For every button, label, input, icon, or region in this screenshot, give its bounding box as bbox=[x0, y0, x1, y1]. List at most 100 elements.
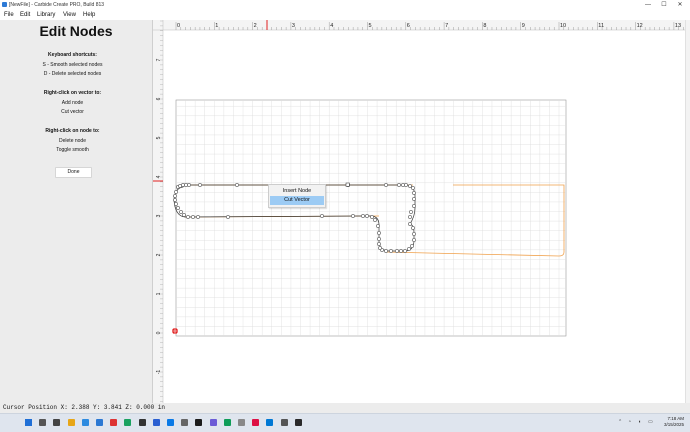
vector-node[interactable] bbox=[404, 183, 408, 187]
vector-node[interactable] bbox=[411, 226, 415, 230]
vector-node[interactable] bbox=[412, 232, 416, 236]
taskbar-clock[interactable]: 7:18 AM 3/15/2025 bbox=[658, 416, 684, 428]
vector-node[interactable] bbox=[173, 194, 177, 198]
canvas-svg[interactable]: 0 1 2 3 4 5 6 7 8 9 10 11 12 1376543210-1 bbox=[153, 20, 690, 403]
ruler-y-label: 0 bbox=[156, 331, 162, 334]
app-icon-2[interactable] bbox=[81, 419, 89, 426]
app-icon-8[interactable] bbox=[167, 419, 174, 426]
vector-node[interactable] bbox=[389, 249, 393, 253]
context-menu-cut-vector[interactable]: Cut Vector bbox=[270, 196, 324, 205]
vector-node[interactable] bbox=[412, 197, 416, 201]
ruler-x-label: 7 bbox=[445, 23, 448, 29]
battery-icon[interactable]: ▭ bbox=[648, 419, 653, 425]
wifi-icon[interactable]: ◔ bbox=[628, 419, 631, 425]
ruler-y-label: 1 bbox=[156, 292, 162, 295]
ruler-x-label: 9 bbox=[522, 23, 525, 29]
vector-node[interactable] bbox=[320, 214, 324, 218]
vector-node[interactable] bbox=[411, 186, 415, 190]
node-action-toggle-smooth: Toggle smooth bbox=[56, 147, 89, 153]
title-bar: [NewFile] - Carbide Create PRO, Build 81… bbox=[0, 0, 690, 10]
vector-node[interactable] bbox=[397, 183, 401, 187]
menu-file[interactable]: File bbox=[4, 10, 14, 20]
app-icon-15[interactable] bbox=[266, 419, 274, 426]
tray-chevron-icon[interactable]: ⌃ bbox=[618, 419, 622, 425]
app-icon-9[interactable] bbox=[181, 419, 189, 426]
design-canvas[interactable]: 0 1 2 3 4 5 6 7 8 9 10 11 12 13 7 6 5 4 3 2 1 0 -1 bbox=[153, 20, 690, 403]
vector-node[interactable] bbox=[376, 224, 380, 228]
vector-node[interactable] bbox=[409, 210, 413, 214]
vector-corner-node[interactable] bbox=[345, 182, 350, 187]
vector-node[interactable] bbox=[361, 214, 365, 218]
vector-node[interactable] bbox=[173, 198, 177, 202]
vector-node[interactable] bbox=[174, 202, 178, 206]
vector-node[interactable] bbox=[377, 231, 381, 235]
volume-icon[interactable]: ◖ bbox=[638, 419, 641, 425]
vector-node[interactable] bbox=[174, 190, 178, 194]
vector-node[interactable] bbox=[176, 206, 180, 210]
vector-action-add-node: Add node bbox=[61, 100, 84, 106]
ruler-x-label: 1 bbox=[215, 23, 218, 29]
vector-node[interactable] bbox=[235, 183, 239, 187]
menu-view[interactable]: View bbox=[63, 10, 76, 20]
app-icon-7[interactable] bbox=[152, 419, 160, 426]
vector-node[interactable] bbox=[403, 249, 407, 253]
vector-node[interactable] bbox=[395, 249, 399, 253]
ruler-y-label: 6 bbox=[156, 97, 162, 100]
vector-node[interactable] bbox=[412, 238, 416, 242]
vector-node[interactable] bbox=[373, 218, 377, 222]
app-icon-5[interactable] bbox=[124, 419, 132, 426]
app-icon-13[interactable] bbox=[238, 419, 245, 426]
ruler-y-label: -1 bbox=[156, 370, 162, 375]
vector-node[interactable] bbox=[186, 215, 190, 219]
vector-node[interactable] bbox=[412, 191, 416, 195]
vector-node[interactable] bbox=[179, 210, 183, 214]
app-icon-17[interactable] bbox=[294, 419, 302, 426]
vector-node[interactable] bbox=[384, 183, 388, 187]
search-icon[interactable] bbox=[39, 419, 47, 426]
app-icon-11[interactable] bbox=[209, 419, 217, 426]
app-icon-1[interactable] bbox=[67, 419, 75, 426]
task-view-icon[interactable] bbox=[53, 419, 61, 426]
context-menu-insert-node[interactable]: Insert Node bbox=[270, 187, 324, 196]
vector-node[interactable] bbox=[410, 244, 414, 248]
vector-node[interactable] bbox=[187, 183, 191, 187]
app-icon-12[interactable] bbox=[223, 419, 231, 426]
vector-node[interactable] bbox=[191, 215, 195, 219]
vector-node[interactable] bbox=[378, 246, 382, 250]
app-icon-6[interactable] bbox=[138, 419, 146, 426]
vector-node[interactable] bbox=[196, 215, 200, 219]
vector-node[interactable] bbox=[377, 237, 381, 241]
vector-node[interactable] bbox=[408, 215, 412, 219]
left-ruler bbox=[153, 20, 163, 403]
menu-library[interactable]: Library bbox=[37, 10, 55, 20]
vector-node[interactable] bbox=[384, 249, 388, 253]
menu-edit[interactable]: Edit bbox=[20, 10, 30, 20]
status-bar: Cursor Position X: 2.388 Y: 3.841 Z: 0.0… bbox=[0, 403, 690, 413]
vector-node[interactable] bbox=[407, 247, 411, 251]
done-button[interactable]: Done bbox=[55, 167, 92, 178]
vector-node[interactable] bbox=[182, 213, 186, 217]
vertical-scrollbar[interactable] bbox=[685, 20, 690, 403]
vector-node[interactable] bbox=[226, 215, 230, 219]
app-icon-3[interactable] bbox=[96, 419, 103, 426]
vector-node[interactable] bbox=[399, 249, 403, 253]
close-button[interactable]: ✕ bbox=[672, 0, 688, 10]
app-icon-14[interactable] bbox=[252, 419, 260, 426]
maximize-button[interactable]: ☐ bbox=[656, 0, 672, 10]
vector-node[interactable] bbox=[351, 214, 355, 218]
app-icon-4[interactable] bbox=[110, 419, 118, 426]
vector-node[interactable] bbox=[198, 183, 202, 187]
app-icon-16[interactable] bbox=[280, 419, 288, 426]
vector-node[interactable] bbox=[377, 242, 381, 246]
vector-node[interactable] bbox=[408, 184, 412, 188]
app-icon-10[interactable] bbox=[195, 419, 203, 426]
windows-start-icon[interactable] bbox=[25, 419, 32, 426]
minimize-button[interactable]: — bbox=[640, 0, 656, 10]
menu-help[interactable]: Help bbox=[83, 10, 95, 20]
vector-node[interactable] bbox=[412, 204, 416, 208]
vector-node[interactable] bbox=[408, 222, 412, 226]
ruler-x-label: 0 bbox=[177, 23, 180, 29]
vector-node[interactable] bbox=[365, 214, 369, 218]
vector-node[interactable] bbox=[370, 215, 374, 219]
ruler-x-label: 6 bbox=[407, 23, 410, 29]
